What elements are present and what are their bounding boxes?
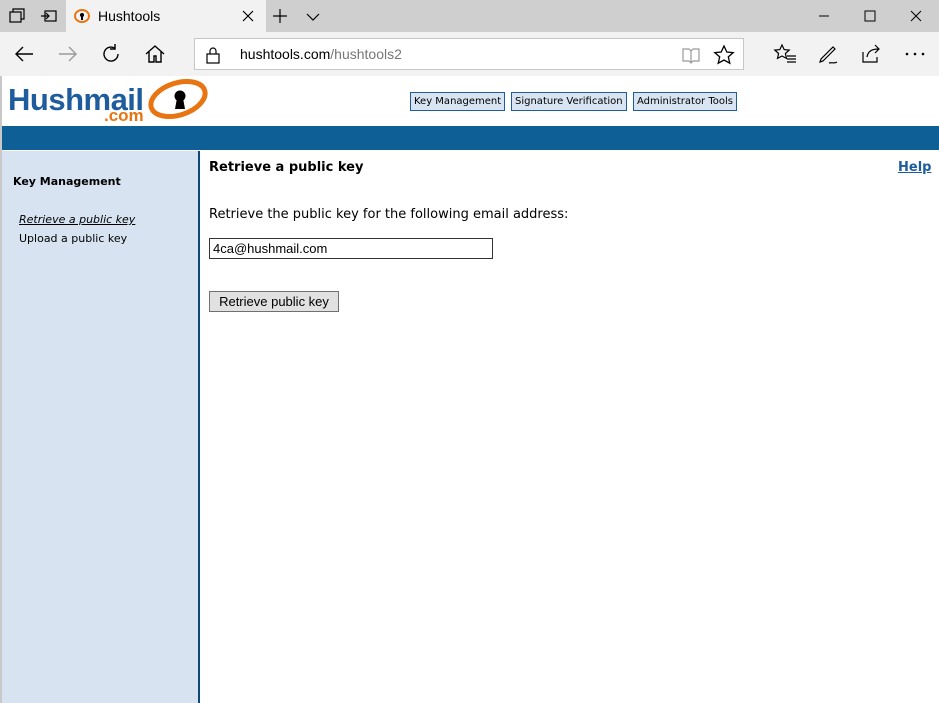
- logo-hush-text: Hush: [8, 82, 84, 117]
- main-content: Retrieve a public key Help Retrieve the …: [202, 151, 939, 703]
- instruction-text: Retrieve the public key for the followin…: [209, 207, 569, 222]
- close-window-button[interactable]: [893, 0, 939, 32]
- url-text[interactable]: hushtools.com/hushtools2: [240, 46, 402, 62]
- favorites-hub-icon[interactable]: [773, 42, 797, 66]
- header-blue-band: [2, 126, 939, 150]
- address-toolbar: hushtools.com/hushtools2: [0, 32, 939, 76]
- address-bar[interactable]: hushtools.com/hushtools2: [194, 38, 744, 70]
- page-title: Retrieve a public key: [209, 160, 364, 175]
- tab-title: Hushtools: [98, 8, 161, 24]
- share-icon[interactable]: [859, 42, 883, 66]
- more-options-ellipsis-icon[interactable]: [903, 42, 927, 66]
- help-link[interactable]: Help: [898, 160, 931, 175]
- close-tab-icon[interactable]: [240, 8, 256, 24]
- sidebar-title: Key Management: [13, 175, 121, 188]
- nav-administrator-tools-button[interactable]: Administrator Tools: [633, 92, 737, 111]
- new-tab-plus-icon[interactable]: [272, 8, 288, 24]
- hushmail-favicon-icon: [74, 8, 90, 24]
- favorite-star-icon[interactable]: [713, 44, 735, 66]
- reading-view-book-icon[interactable]: [681, 46, 701, 64]
- sidebar-link-upload-public-key[interactable]: Upload a public key: [19, 232, 127, 245]
- nav-signature-verification-button[interactable]: Signature Verification: [511, 92, 627, 111]
- refresh-icon[interactable]: [99, 42, 123, 66]
- nav-key-management-button[interactable]: Key Management: [410, 92, 506, 111]
- url-path: /hushtools2: [330, 46, 402, 62]
- tab-strip: Hushtools: [0, 0, 939, 32]
- logo-dotcom-text: .com: [104, 106, 144, 125]
- tab-list-chevron-down-icon[interactable]: [305, 9, 321, 23]
- tab-hushtools[interactable]: Hushtools: [66, 0, 266, 32]
- retrieve-public-key-button[interactable]: Retrieve public key: [209, 291, 339, 312]
- forward-arrow-icon[interactable]: [56, 42, 80, 66]
- lock-icon[interactable]: [205, 46, 221, 64]
- maximize-button[interactable]: [847, 0, 893, 32]
- url-host: hushtools.com: [240, 46, 331, 62]
- minimize-button[interactable]: [801, 0, 847, 32]
- site-header: Hushmail .com Key Management Signature V…: [2, 76, 939, 126]
- web-page: Hushmail .com Key Management Signature V…: [0, 76, 939, 703]
- sidebar: Key Management Retrieve a public key Upl…: [2, 151, 200, 703]
- set-aside-tabs-icon[interactable]: [40, 7, 58, 25]
- tab-manager-icon[interactable]: [8, 7, 26, 25]
- email-address-input[interactable]: [209, 238, 493, 259]
- hushmail-logo[interactable]: Hushmail .com: [6, 79, 212, 125]
- home-icon[interactable]: [143, 42, 167, 66]
- sidebar-link-retrieve-public-key[interactable]: Retrieve a public key: [19, 213, 135, 226]
- back-arrow-icon[interactable]: [12, 42, 36, 66]
- pen-notes-icon[interactable]: [816, 42, 840, 66]
- logo-keyhole-ring-icon: [148, 79, 208, 120]
